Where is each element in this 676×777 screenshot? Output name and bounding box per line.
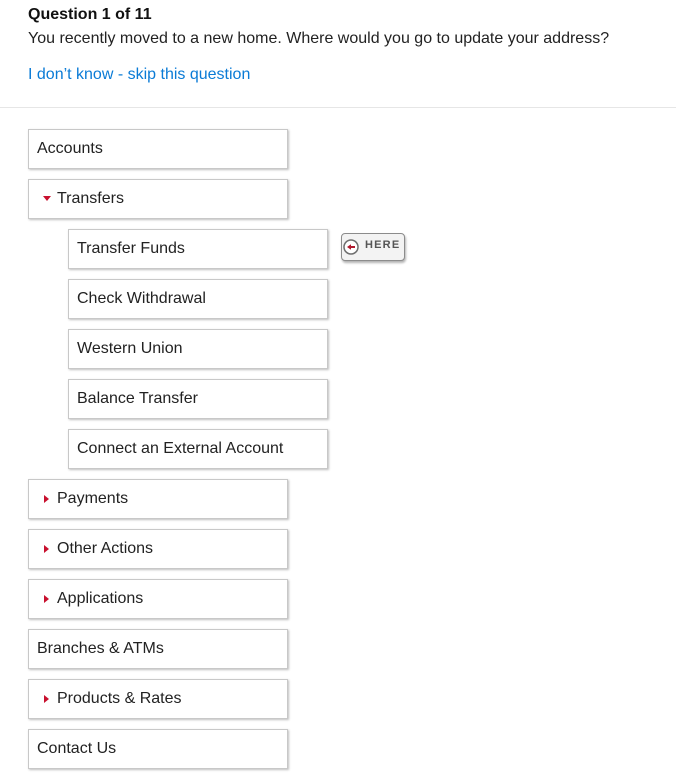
caret-right-icon	[37, 545, 57, 553]
nav-item-label: Other Actions	[57, 540, 154, 557]
nav-item-other-actions[interactable]: Other Actions	[28, 529, 288, 569]
nav-item-payments[interactable]: Payments	[28, 479, 288, 519]
nav-subitem-label: Transfer Funds	[77, 240, 185, 257]
nav-subitem-transfer-funds[interactable]: Transfer Funds	[68, 229, 328, 269]
arrow-left-circle-icon	[343, 239, 359, 255]
question-header: Question 1 of 11 You recently moved to a…	[28, 5, 676, 85]
caret-right-icon	[37, 595, 57, 603]
skip-question-link[interactable]: I don’t know - skip this question	[28, 65, 250, 85]
nav-item-label: Payments	[57, 490, 129, 507]
nav-subitem-label: Connect an External Account	[77, 440, 284, 457]
nav-item-transfers[interactable]: Transfers	[28, 179, 288, 219]
nav-item-contact-us[interactable]: Contact Us	[28, 729, 288, 769]
nav-subitem-label: Western Union	[77, 340, 183, 357]
here-marker-label: HERE	[365, 239, 401, 251]
nav-item-label: Products & Rates	[57, 690, 182, 707]
nav-subitem-balance-transfer[interactable]: Balance Transfer	[68, 379, 328, 419]
nav-item-label: Accounts	[37, 140, 103, 157]
nav-subitem-label: Check Withdrawal	[77, 290, 206, 307]
nav-item-accounts[interactable]: Accounts	[28, 129, 288, 169]
nav-item-products-rates[interactable]: Products & Rates	[28, 679, 288, 719]
nav-item-label: Transfers	[57, 190, 124, 207]
nav-subitem-check-withdrawal[interactable]: Check Withdrawal	[68, 279, 328, 319]
question-number: Question 1 of 11	[28, 6, 152, 23]
nav-item-branches-atms[interactable]: Branches & ATMs	[28, 629, 288, 669]
caret-right-icon	[37, 495, 57, 503]
nav-subitem-western-union[interactable]: Western Union	[68, 329, 328, 369]
caret-right-icon	[37, 695, 57, 703]
here-marker[interactable]: HERE	[341, 233, 407, 263]
nav-item-label: Branches & ATMs	[37, 640, 164, 657]
nav-item-label: Applications	[57, 590, 144, 607]
nav-subitem-label: Balance Transfer	[77, 390, 198, 407]
nav-item-label: Contact Us	[37, 740, 117, 757]
nav-item-applications[interactable]: Applications	[28, 579, 288, 619]
caret-down-icon	[37, 196, 57, 202]
divider	[0, 107, 676, 108]
question-text: You recently moved to a new home. Where …	[28, 30, 610, 47]
nav-subitem-connect-external-account[interactable]: Connect an External Account	[68, 429, 328, 469]
